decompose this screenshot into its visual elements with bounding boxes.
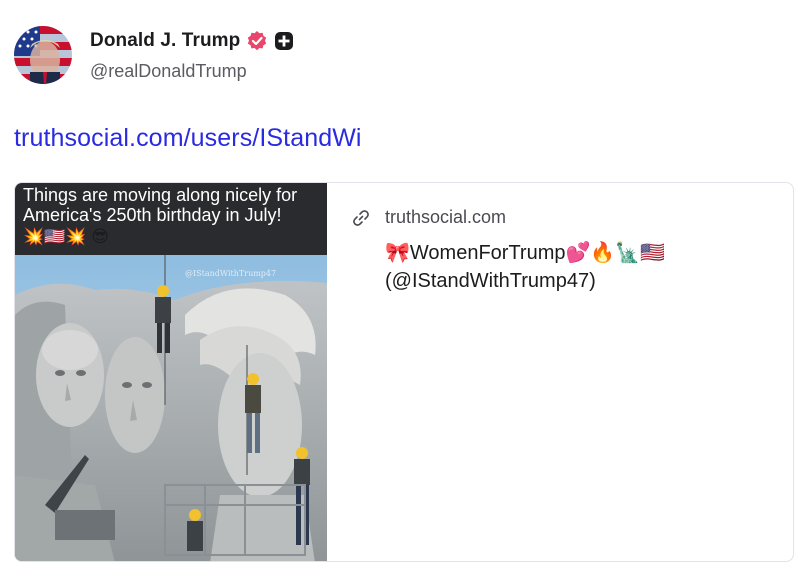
author-handle[interactable]: @realDonaldTrump (90, 61, 294, 82)
link-preview-card[interactable]: Things are moving along nicely for Ameri… (14, 182, 794, 562)
author-display-name[interactable]: Donald J. Trump (90, 30, 240, 52)
preview-title: 🎀WomenForTrump💕🔥🗽🇺🇸 (@IStandWithTrump47) (385, 242, 666, 292)
post-header: Donald J. Trump @realDonaldTrump (14, 26, 294, 84)
thumbnail-watermark: @IStandWithTrump47 (185, 269, 277, 278)
verified-badge-icon (246, 30, 268, 52)
post-link[interactable]: truthsocial.com/users/IStandWi (14, 124, 362, 153)
preview-thumbnail[interactable]: Things are moving along nicely for Ameri… (15, 183, 327, 561)
mount-rushmore-photo (15, 255, 327, 561)
avatar[interactable] (14, 26, 72, 84)
plus-badge-icon (274, 31, 294, 51)
preview-domain: truthsocial.com (385, 207, 507, 227)
thumbnail-emoji: 💥🇺🇸💥 😎 (23, 227, 109, 246)
link-icon (351, 208, 371, 228)
thumbnail-caption: Things are moving along nicely for Ameri… (23, 185, 298, 225)
